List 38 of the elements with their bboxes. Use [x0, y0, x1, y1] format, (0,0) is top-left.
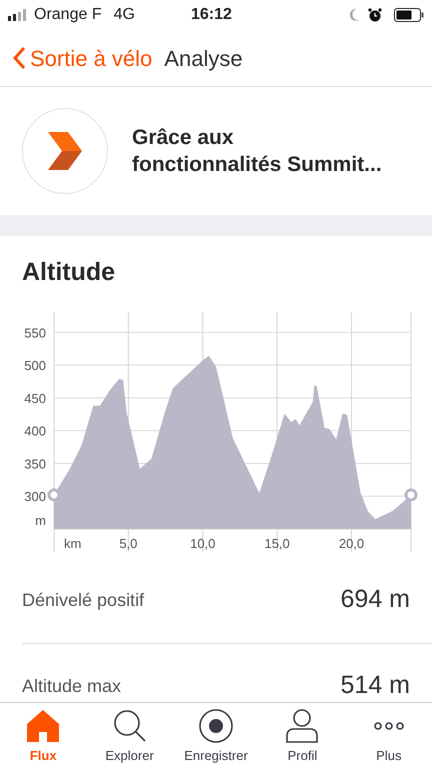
more-icon — [374, 722, 404, 730]
tab-bar-item[interactable]: Plus — [346, 703, 432, 768]
range-handle[interactable] — [404, 488, 418, 501]
person-icon — [284, 708, 320, 744]
page-title: Analyse — [164, 44, 243, 73]
x-tick-label: 5,0 — [119, 536, 138, 550]
battery-icon — [394, 8, 424, 22]
x-tick-label: 15,0 — [264, 536, 290, 550]
chevron-left-icon — [12, 46, 26, 70]
tab-bar-item[interactable]: Enregistrer — [172, 703, 260, 768]
y-tick-label: 550 — [24, 324, 46, 340]
stat-value: 694 m — [340, 584, 410, 616]
clock: 16:12 — [190, 5, 232, 25]
tab-bar-item[interactable]: Profil — [259, 703, 346, 768]
moon-icon — [348, 8, 360, 22]
promo-text: Grâce aux fonctionnalités Summit... — [132, 125, 382, 178]
record-icon — [198, 708, 234, 744]
y-tick-label: 300 — [24, 488, 46, 504]
y-tick-label: 400 — [24, 423, 46, 438]
x-axis-label: km — [64, 536, 82, 550]
y-axis-label: m — [35, 512, 46, 528]
alarm-clock-icon — [368, 8, 382, 22]
search-icon — [112, 708, 148, 744]
network-type: 4G — [114, 5, 135, 25]
stat-label: Dénivelé positif — [22, 588, 144, 612]
y-tick-label: 350 — [24, 456, 46, 471]
tab-bar-item[interactable]: Explorer — [86, 703, 173, 768]
y-tick-label: 450 — [24, 390, 46, 406]
y-tick-label: 500 — [24, 358, 46, 373]
chevron-logo-icon — [48, 132, 82, 170]
range-handle[interactable] — [48, 488, 60, 501]
stat-value: 514 m — [340, 670, 410, 702]
stat-label: Altitude max — [22, 674, 122, 698]
x-tick-label: 10,0 — [190, 536, 216, 550]
x-tick-label: 20,0 — [338, 536, 364, 550]
home-icon — [25, 708, 62, 744]
section-title: Altitude — [21, 257, 116, 288]
carrier-name: Orange F — [34, 5, 102, 25]
